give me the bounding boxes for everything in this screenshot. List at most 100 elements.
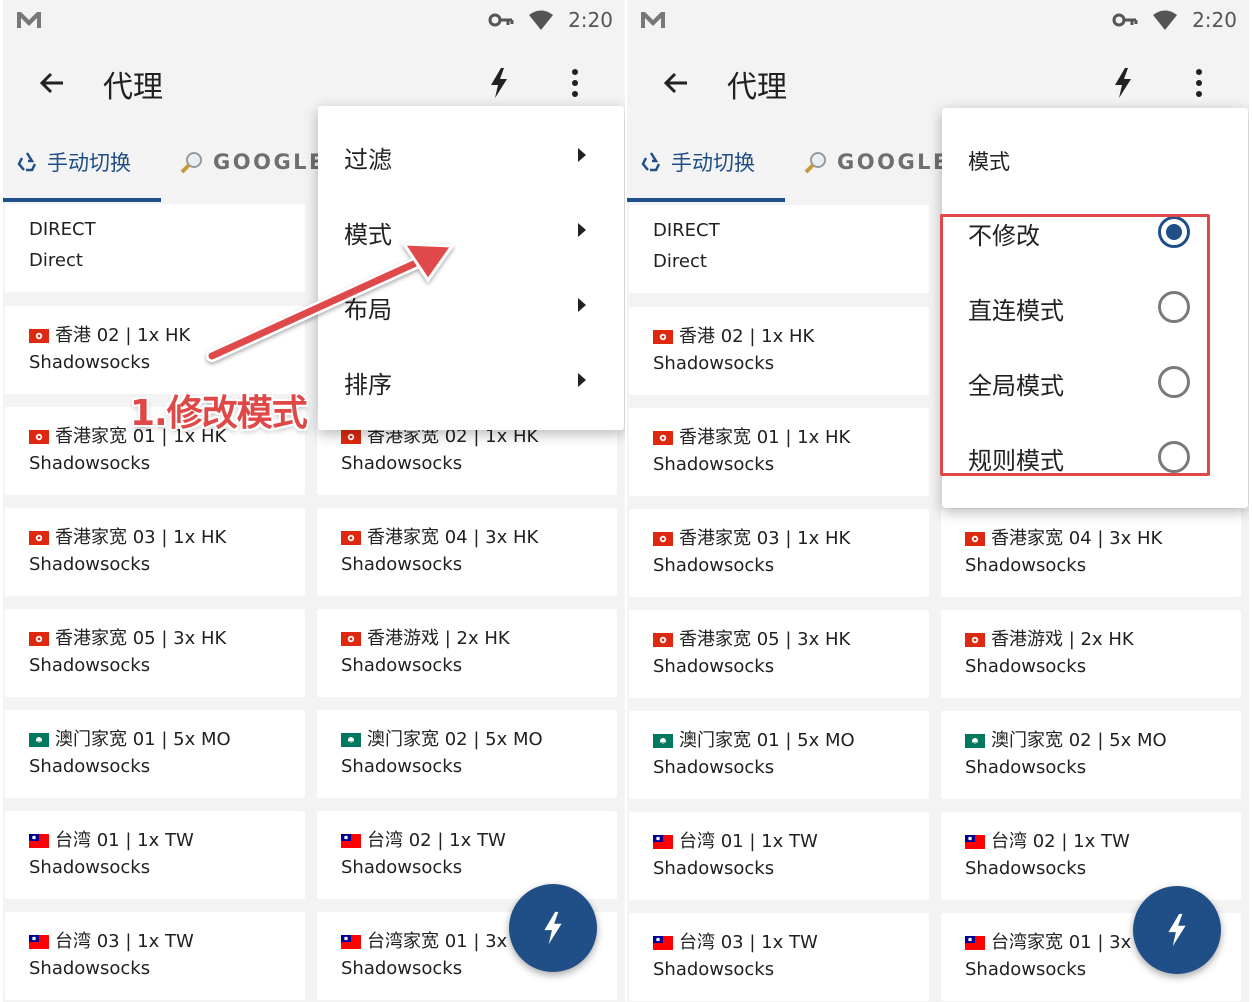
tab-indicator bbox=[3, 198, 161, 202]
proxy-type: Shadowsocks bbox=[341, 655, 463, 676]
proxy-type: Shadowsocks bbox=[653, 858, 775, 879]
proxy-type: Shadowsocks bbox=[653, 757, 775, 778]
proxy-name: 台湾家宽 01 | 3x bbox=[367, 931, 508, 952]
mo-flag-icon bbox=[29, 731, 49, 747]
proxy-card[interactable]: 香港游戏 | 2x HK Shadowsocks bbox=[317, 609, 617, 697]
tab-manual-switch[interactable]: 手动切换 bbox=[15, 122, 131, 202]
hk-flag-icon bbox=[653, 530, 673, 546]
proxy-card[interactable]: 香港游戏 | 2x HK Shadowsocks bbox=[941, 610, 1241, 698]
hk-flag-icon bbox=[965, 631, 985, 647]
proxy-card-direct[interactable]: DIRECT Direct bbox=[5, 204, 305, 292]
proxy-type: Shadowsocks bbox=[341, 857, 463, 878]
proxy-type: Shadowsocks bbox=[965, 959, 1087, 980]
proxy-card[interactable]: 台湾 02 | 1x TW Shadowsocks bbox=[941, 812, 1241, 900]
bolt-icon[interactable] bbox=[1109, 66, 1137, 100]
proxy-type: Shadowsocks bbox=[29, 554, 151, 575]
menu-item-layout[interactable]: 布局 bbox=[318, 268, 624, 343]
bolt-icon[interactable] bbox=[485, 66, 513, 100]
proxy-card[interactable]: 台湾 01 | 1x TW Shadowsocks bbox=[629, 812, 929, 900]
back-arrow-icon[interactable] bbox=[659, 66, 693, 100]
proxy-type: Shadowsocks bbox=[341, 453, 463, 474]
proxy-card[interactable]: 台湾 02 | 1x TW Shadowsocks bbox=[317, 811, 617, 899]
hk-flag-icon bbox=[29, 630, 49, 646]
proxy-name: 香港游戏 | 2x HK bbox=[991, 629, 1134, 650]
hk-flag-icon bbox=[341, 630, 361, 646]
test-latency-fab[interactable] bbox=[509, 884, 597, 972]
proxy-type: Shadowsocks bbox=[341, 756, 463, 777]
proxy-type: Shadowsocks bbox=[29, 958, 151, 979]
mo-flag-icon bbox=[653, 732, 673, 748]
proxy-type: Shadowsocks bbox=[29, 453, 151, 474]
menu-item-label: 过滤 bbox=[344, 146, 392, 174]
page-title: 代理 bbox=[103, 70, 163, 105]
test-latency-fab[interactable] bbox=[1133, 886, 1221, 974]
menu-item-mode[interactable]: 模式 bbox=[318, 193, 624, 268]
proxy-card[interactable]: 香港家宽 01 | 1x HK Shadowsocks bbox=[629, 408, 929, 496]
menu-item-filter[interactable]: 过滤 bbox=[318, 118, 624, 193]
proxy-card[interactable]: 香港家宽 04 | 3x HK Shadowsocks bbox=[317, 508, 617, 596]
bolt-icon bbox=[1168, 913, 1186, 947]
submenu-header: 模式 bbox=[968, 150, 1010, 174]
proxy-name: DIRECT bbox=[29, 219, 96, 240]
proxy-type: Shadowsocks bbox=[653, 353, 775, 374]
proxy-name: 香港家宽 05 | 3x HK bbox=[55, 628, 227, 649]
proxy-name: 台湾 03 | 1x TW bbox=[55, 931, 194, 952]
proxy-card[interactable]: 香港家宽 04 | 3x HK Shadowsocks bbox=[941, 509, 1241, 597]
tw-flag-icon bbox=[29, 933, 49, 949]
tab-manual-switch[interactable]: 手动切换 bbox=[639, 122, 755, 202]
tab-label: 手动切换 bbox=[47, 151, 131, 175]
tw-flag-icon bbox=[341, 933, 361, 949]
proxy-card[interactable]: 澳门家宽 02 | 5x MO Shadowsocks bbox=[941, 711, 1241, 799]
hk-flag-icon bbox=[653, 429, 673, 445]
proxy-type: Shadowsocks bbox=[341, 958, 463, 979]
proxy-type: Shadowsocks bbox=[341, 554, 463, 575]
hk-flag-icon bbox=[341, 529, 361, 545]
proxy-type: Shadowsocks bbox=[29, 655, 151, 676]
proxy-card[interactable]: 澳门家宽 01 | 5x MO Shadowsocks bbox=[5, 710, 305, 798]
back-arrow-icon[interactable] bbox=[35, 66, 69, 100]
proxy-card[interactable]: 台湾 03 | 1x TW Shadowsocks bbox=[5, 912, 305, 1000]
app-logo-icon bbox=[17, 12, 41, 28]
tab-google[interactable]: GOOGLE bbox=[179, 122, 326, 202]
menu-item-label: 排序 bbox=[344, 371, 392, 399]
status-time: 2:20 bbox=[1192, 8, 1237, 32]
more-options-icon[interactable] bbox=[565, 66, 585, 100]
proxy-card-direct[interactable]: DIRECT Direct bbox=[629, 205, 929, 293]
proxy-card[interactable]: 台湾 03 | 1x TW Shadowsocks bbox=[629, 913, 929, 1001]
tab-indicator bbox=[627, 198, 785, 202]
tab-google[interactable]: GOOGLE bbox=[803, 122, 950, 202]
submenu-arrow-icon bbox=[578, 373, 586, 387]
options-menu: 过滤 模式 布局 排序 bbox=[318, 106, 624, 430]
proxy-type: Shadowsocks bbox=[29, 352, 151, 373]
proxy-type: Shadowsocks bbox=[653, 454, 775, 475]
proxy-card[interactable]: 澳门家宽 01 | 5x MO Shadowsocks bbox=[629, 711, 929, 799]
proxy-card[interactable]: 香港家宽 05 | 3x HK Shadowsocks bbox=[5, 609, 305, 697]
proxy-card[interactable]: 香港家宽 03 | 1x HK Shadowsocks bbox=[629, 509, 929, 597]
proxy-name: DIRECT bbox=[653, 220, 720, 241]
tab-label: GOOGLE bbox=[837, 150, 950, 174]
proxy-card[interactable]: 香港家宽 03 | 1x HK Shadowsocks bbox=[5, 508, 305, 596]
hk-flag-icon bbox=[29, 327, 49, 343]
proxy-type: Shadowsocks bbox=[965, 757, 1087, 778]
mo-flag-icon bbox=[341, 731, 361, 747]
annotation-label: 1.修改模式 bbox=[130, 393, 308, 434]
status-time: 2:20 bbox=[568, 8, 613, 32]
proxy-card[interactable]: 台湾 01 | 1x TW Shadowsocks bbox=[5, 811, 305, 899]
proxy-type: Shadowsocks bbox=[653, 656, 775, 677]
tw-flag-icon bbox=[653, 934, 673, 950]
tab-label: GOOGLE bbox=[213, 150, 326, 174]
proxy-type: Shadowsocks bbox=[965, 555, 1087, 576]
vpn-key-icon bbox=[1112, 13, 1138, 27]
proxy-card[interactable]: 香港家宽 05 | 3x HK Shadowsocks bbox=[629, 610, 929, 698]
proxy-name: 澳门家宽 01 | 5x MO bbox=[679, 730, 855, 751]
more-options-icon[interactable] bbox=[1189, 66, 1209, 100]
highlight-box bbox=[940, 214, 1210, 476]
proxy-name: 台湾 03 | 1x TW bbox=[679, 932, 818, 953]
hk-flag-icon bbox=[29, 529, 49, 545]
menu-item-sort[interactable]: 排序 bbox=[318, 343, 624, 418]
menu-item-label: 布局 bbox=[344, 296, 392, 324]
proxy-card[interactable]: 澳门家宽 02 | 5x MO Shadowsocks bbox=[317, 710, 617, 798]
proxy-card[interactable]: 香港 02 | 1x HK Shadowsocks bbox=[5, 306, 305, 394]
proxy-card[interactable]: 香港 02 | 1x HK Shadowsocks bbox=[629, 307, 929, 395]
hk-flag-icon bbox=[653, 631, 673, 647]
